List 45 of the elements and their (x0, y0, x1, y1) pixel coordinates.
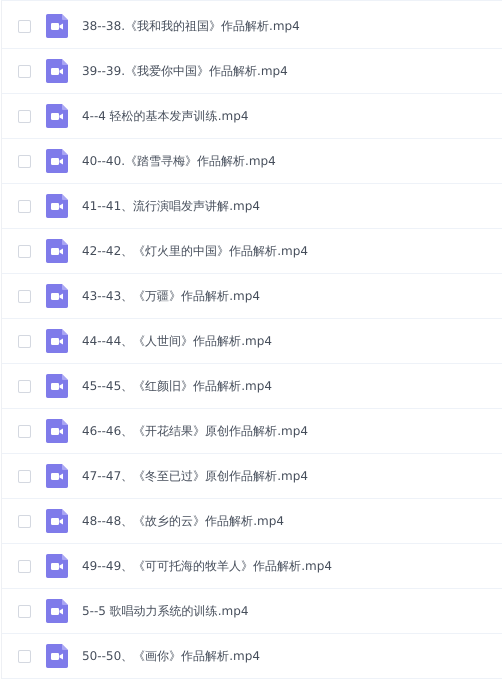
video-file-icon (46, 554, 68, 578)
file-name[interactable]: 46--46、《开花结果》原创作品解析.mp4 (82, 422, 308, 440)
video-file-icon (46, 509, 68, 533)
checkbox[interactable] (18, 290, 31, 302)
video-file-icon (46, 239, 68, 263)
file-name[interactable]: 41--41、流行演唱发声讲解.mp4 (82, 198, 260, 214)
file-name[interactable]: 4--4 轻松的基本发声训练.mp4 (82, 108, 248, 124)
video-file-icon (46, 59, 68, 83)
file-name[interactable]: 44--44、《人世间》作品解析.mp4 (82, 332, 272, 350)
checkbox[interactable] (18, 20, 31, 32)
checkbox[interactable] (18, 110, 31, 122)
file-name[interactable]: 50--50、《画你》作品解析.mp4 (82, 648, 260, 664)
video-file-icon (46, 149, 68, 173)
checkbox[interactable] (18, 200, 31, 212)
checkbox[interactable] (18, 514, 31, 528)
video-file-icon (46, 464, 68, 488)
video-file-icon (46, 374, 68, 398)
checkbox[interactable] (18, 560, 31, 572)
file-name[interactable]: 5--5 歌唱动力系统的训练.mp4 (82, 602, 248, 620)
checkbox[interactable] (18, 244, 31, 258)
checkbox[interactable] (18, 380, 31, 392)
file-name[interactable]: 49--49、《可可托海的牧羊人》作品解析.mp4 (82, 558, 332, 574)
checkbox[interactable] (18, 424, 31, 438)
file-name[interactable]: 39--39.《我爱你中国》作品解析.mp4 (82, 62, 288, 80)
checkbox[interactable] (18, 334, 31, 348)
file-name[interactable]: 40--40.《踏雪寻梅》作品解析.mp4 (82, 152, 276, 170)
file-name[interactable]: 42--42、《灯火里的中国》作品解析.mp4 (82, 242, 308, 260)
checkbox[interactable] (18, 64, 31, 78)
video-file-icon (46, 284, 68, 308)
video-file-icon (46, 194, 68, 218)
checkbox[interactable] (18, 604, 31, 618)
file-name[interactable]: 48--48、《故乡的云》作品解析.mp4 (82, 512, 284, 530)
file-name[interactable]: 47--47、《冬至已过》原创作品解析.mp4 (82, 468, 308, 484)
checkbox[interactable] (18, 470, 31, 482)
file-name[interactable]: 43--43、《万疆》作品解析.mp4 (82, 288, 260, 304)
video-file-icon (46, 14, 68, 38)
video-file-icon (46, 104, 68, 128)
checkbox[interactable] (18, 154, 31, 168)
video-file-icon (46, 419, 68, 443)
file-name[interactable]: 45--45、《红颜旧》作品解析.mp4 (82, 378, 272, 394)
checkbox[interactable] (18, 650, 31, 662)
file-name[interactable]: 38--38.《我和我的祖国》作品解析.mp4 (82, 18, 300, 34)
video-file-icon (46, 644, 68, 668)
video-file-icon (46, 329, 68, 353)
video-file-icon (46, 599, 68, 623)
